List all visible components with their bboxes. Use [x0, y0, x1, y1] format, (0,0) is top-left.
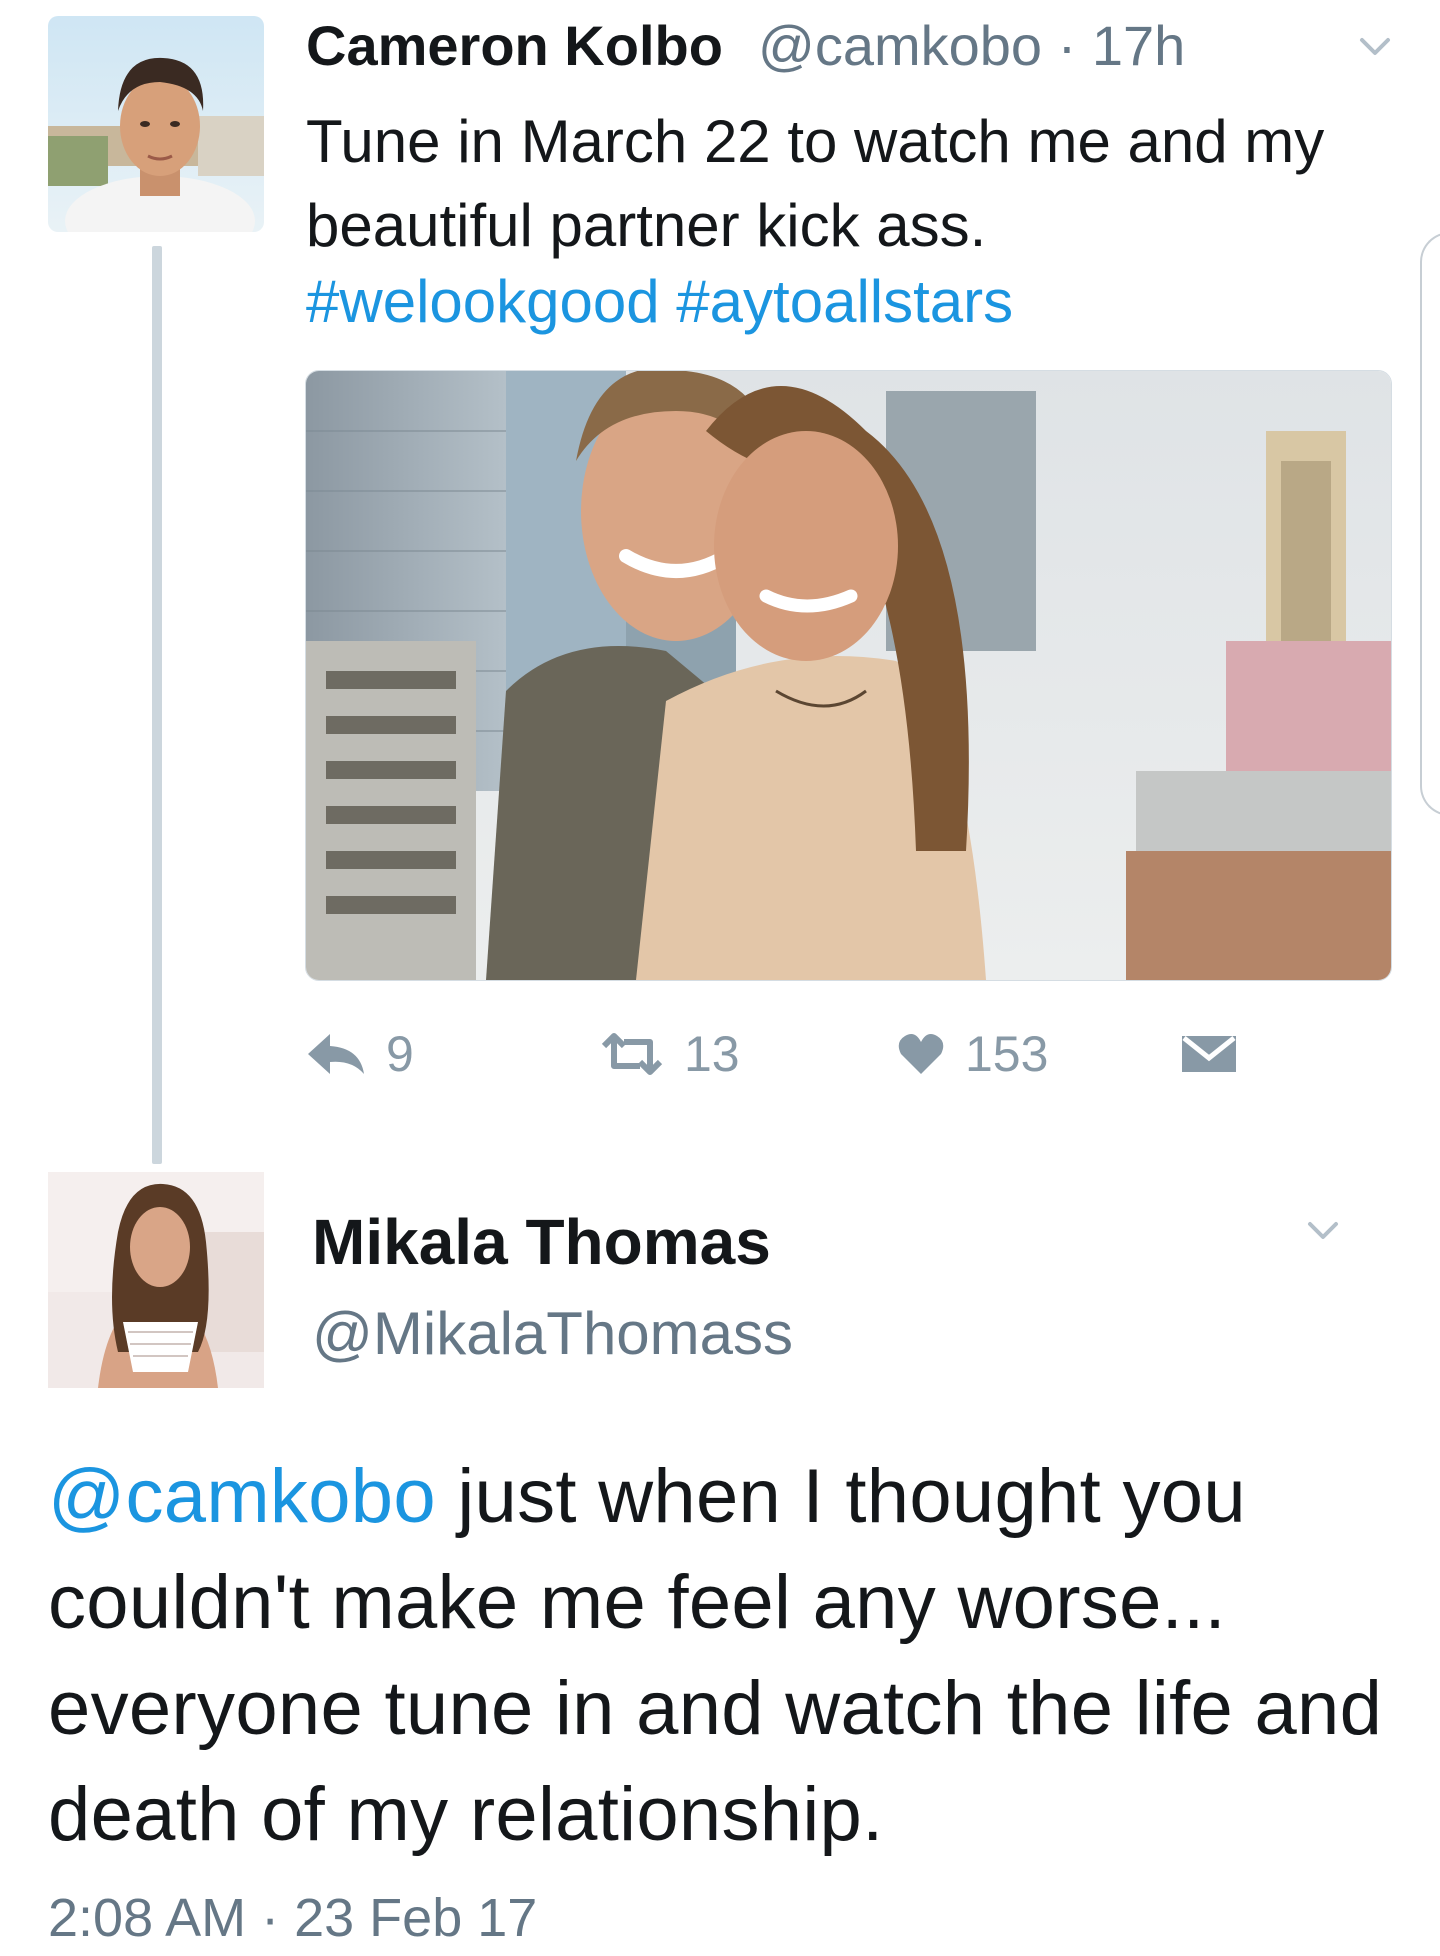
chevron-down-icon[interactable]: [1298, 1206, 1348, 1256]
author-meta: @camkobo · 17h: [758, 10, 1185, 82]
mention-link[interactable]: @camkobo: [48, 1454, 436, 1539]
author-name[interactable]: Mikala Thomas: [312, 1202, 771, 1282]
meta-separator: ·: [1057, 14, 1077, 77]
avatar-cameron-kolbo[interactable]: [48, 16, 264, 232]
chevron-down-icon[interactable]: [1350, 22, 1400, 72]
hashtag-row: #welookgood #aytoallstars: [306, 262, 1013, 342]
tweet-timestamp[interactable]: 2:08 AM · 23 Feb 17: [48, 1880, 537, 1956]
hashtag-link[interactable]: #welookgood: [306, 268, 660, 335]
tweet-text: Tune in March 22 to watch me and my beau…: [306, 108, 1325, 259]
tweet-photo[interactable]: [305, 370, 1392, 981]
retweet-button[interactable]: 13: [600, 1022, 740, 1086]
like-count: 153: [965, 1026, 1049, 1082]
tweet-text: @camkobo just when I thought you couldn'…: [48, 1444, 1408, 1868]
tweet-time[interactable]: 17h: [1092, 14, 1185, 77]
reply-button[interactable]: 9: [306, 1022, 414, 1086]
scroll-edge-indicator: [1420, 232, 1440, 816]
heart-icon: [897, 1032, 945, 1076]
direct-message-button[interactable]: [1180, 1022, 1238, 1086]
reply-count: 9: [386, 1026, 414, 1082]
author-name[interactable]: Cameron Kolbo: [306, 10, 723, 82]
thread-connector-line: [152, 246, 162, 1164]
retweet-count: 13: [684, 1026, 740, 1082]
author-handle[interactable]: @MikalaThomass: [312, 1296, 793, 1372]
avatar-mikala-thomas[interactable]: [48, 1172, 264, 1388]
hashtag-link[interactable]: #aytoallstars: [676, 268, 1013, 335]
like-button[interactable]: 153: [897, 1022, 1048, 1086]
envelope-icon: [1180, 1032, 1238, 1076]
retweet-icon: [600, 1032, 664, 1076]
reply-icon: [306, 1032, 366, 1076]
author-handle[interactable]: @camkobo: [758, 14, 1042, 77]
